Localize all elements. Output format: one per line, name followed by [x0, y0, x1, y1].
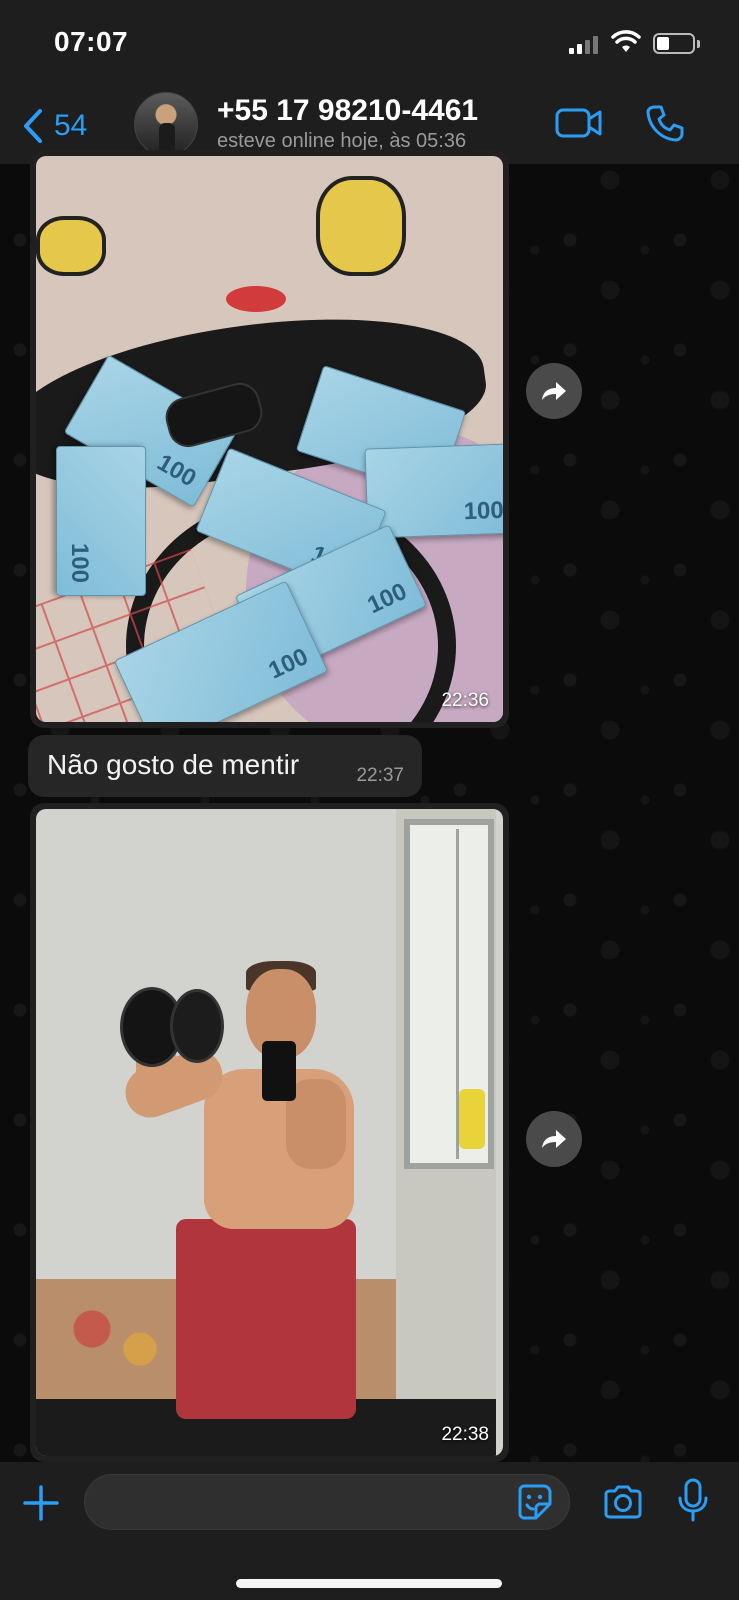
sticker-button[interactable] — [514, 1482, 554, 1527]
battery-icon — [653, 33, 695, 54]
text-message[interactable]: Não gosto de mentir 22:37 — [28, 735, 422, 797]
dumbbell — [120, 987, 224, 1067]
banknote — [56, 446, 146, 596]
forward-button[interactable] — [526, 363, 582, 419]
money-photo: 22:36 — [36, 156, 503, 722]
camera-button[interactable] — [602, 1484, 644, 1525]
status-time: 07:07 — [54, 26, 129, 57]
avatar[interactable] — [134, 92, 198, 156]
home-indicator[interactable] — [236, 1579, 502, 1588]
forward-arrow-icon — [542, 382, 566, 400]
selfie-photo: 22:38 — [36, 809, 503, 1456]
forward-button[interactable] — [526, 1111, 582, 1167]
banknote — [364, 443, 503, 539]
unread-count: 54 — [54, 109, 88, 142]
contact-name[interactable]: +55 17 98210-4461 — [217, 94, 478, 128]
video-call-button[interactable] — [555, 106, 603, 145]
camera-icon — [604, 1485, 642, 1519]
plus-icon — [23, 1485, 59, 1521]
wifi-icon — [611, 30, 641, 52]
forward-arrow-icon — [542, 1130, 566, 1148]
video-camera-icon — [555, 108, 602, 138]
attach-button[interactable] — [22, 1484, 60, 1527]
signal-icon — [569, 34, 601, 54]
message-time: 22:38 — [441, 1424, 489, 1445]
status-indicators — [569, 30, 709, 58]
chevron-left-icon — [24, 109, 42, 143]
chat-header: 07:07 54 +55 17 98210-4461 esteve online… — [0, 0, 739, 164]
message-time: 22:36 — [441, 690, 489, 711]
back-button[interactable]: 54 — [22, 106, 87, 146]
phone-icon — [646, 105, 684, 142]
microphone-button[interactable] — [676, 1478, 710, 1529]
message-text: Não gosto de mentir — [47, 749, 300, 780]
message-time: 22:37 — [356, 765, 404, 786]
sticker-icon — [518, 1484, 552, 1520]
voice-call-button[interactable] — [646, 104, 684, 147]
image-message[interactable]: 22:38 — [30, 803, 509, 1462]
microphone-icon — [678, 1478, 708, 1522]
image-message[interactable]: 22:36 — [30, 150, 509, 728]
message-input[interactable] — [84, 1474, 570, 1530]
